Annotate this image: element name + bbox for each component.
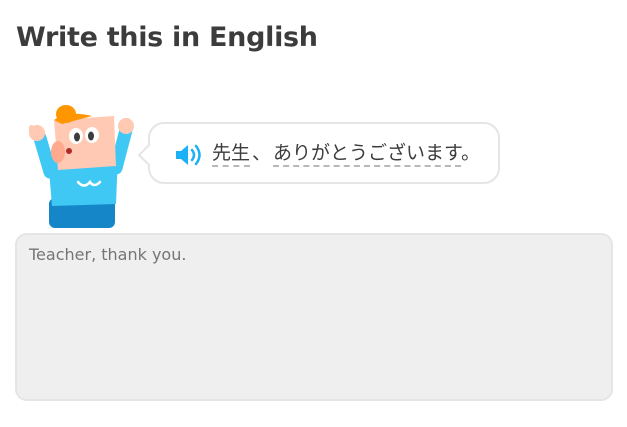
character-icon bbox=[29, 105, 134, 228]
page-title: Write this in English bbox=[16, 22, 318, 53]
prompt-word[interactable]: ありがとうございます bbox=[273, 142, 462, 167]
prompt-punctuation: 、 bbox=[252, 142, 272, 164]
answer-textarea[interactable] bbox=[15, 233, 613, 401]
speaker-icon[interactable] bbox=[174, 143, 204, 167]
character-illustration bbox=[22, 100, 142, 235]
speech-bubble: 先生、ありがとうございます。 bbox=[137, 122, 500, 184]
prompt-word[interactable]: 先生 bbox=[212, 142, 251, 167]
prompt-sentence: 先生、ありがとうございます。 bbox=[212, 139, 480, 167]
prompt-punctuation: 。 bbox=[461, 142, 481, 164]
speaker-glyph-icon bbox=[176, 144, 201, 166]
